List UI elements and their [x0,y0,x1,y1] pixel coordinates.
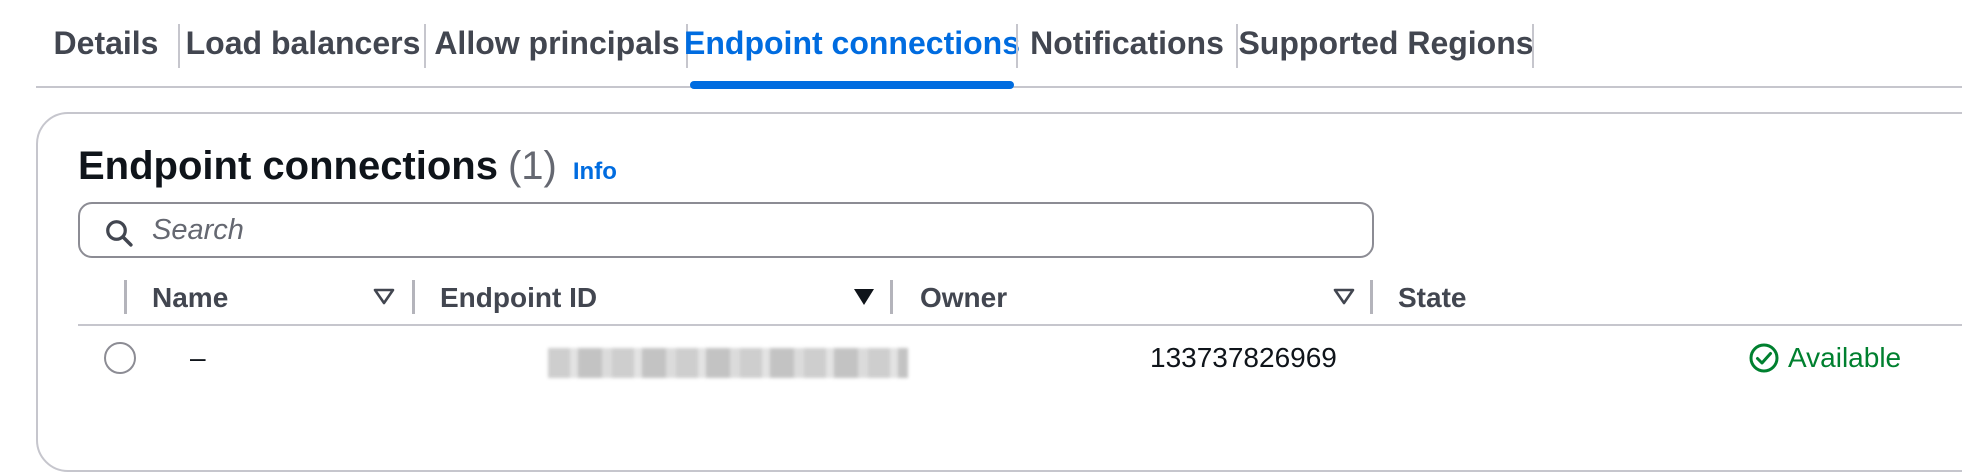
check-circle-icon [1749,343,1779,373]
search-icon [106,220,133,247]
column-header-endpoint-id[interactable]: Endpoint ID [440,282,597,314]
tab-divider [1532,24,1534,68]
cell-name: – [190,342,206,373]
column-divider [890,280,893,314]
column-divider [412,280,415,314]
search-input[interactable] [152,210,1352,250]
tab-endpoint-connections[interactable]: Endpoint connections [684,0,1020,89]
column-divider [124,280,127,314]
column-header-owner[interactable]: Owner [920,282,1007,314]
tab-divider [424,24,426,68]
column-divider [1370,280,1373,314]
tab-bar: Details Load balancers Allow principals … [36,0,1962,89]
tab-supported-regions[interactable]: Supported Regions [1238,0,1533,86]
panel-header: Endpoint connections (1) Info [78,144,617,194]
page-title: Endpoint connections [78,144,498,188]
tab-details[interactable]: Details [54,0,159,86]
tab-allow-principals[interactable]: Allow principals [434,0,679,86]
info-link[interactable]: Info [573,158,617,186]
column-header-name[interactable]: Name [152,282,228,314]
cell-owner: 133737826969 [1150,342,1337,373]
tab-divider [178,24,180,68]
sort-caret-down-filled-icon[interactable] [852,286,876,308]
search-box[interactable] [78,202,1374,258]
table-row[interactable]: – 133737826969 Available [78,328,1962,392]
tab-load-balancers[interactable]: Load balancers [186,0,421,86]
item-count: (1) [507,144,557,188]
column-header-state[interactable]: State [1398,282,1466,314]
table-header: Name Endpoint ID Owner State [78,272,1962,326]
row-select-radio[interactable] [104,342,136,374]
tab-divider [1016,24,1018,68]
sort-caret-down-outline-icon[interactable] [1332,286,1356,308]
tab-notifications[interactable]: Notifications [1030,0,1224,86]
sort-caret-down-outline-icon[interactable] [372,286,396,308]
state-label: Available [1788,342,1902,373]
status-badge: Available [1748,342,1901,374]
cell-endpoint-id-redacted [548,348,908,378]
